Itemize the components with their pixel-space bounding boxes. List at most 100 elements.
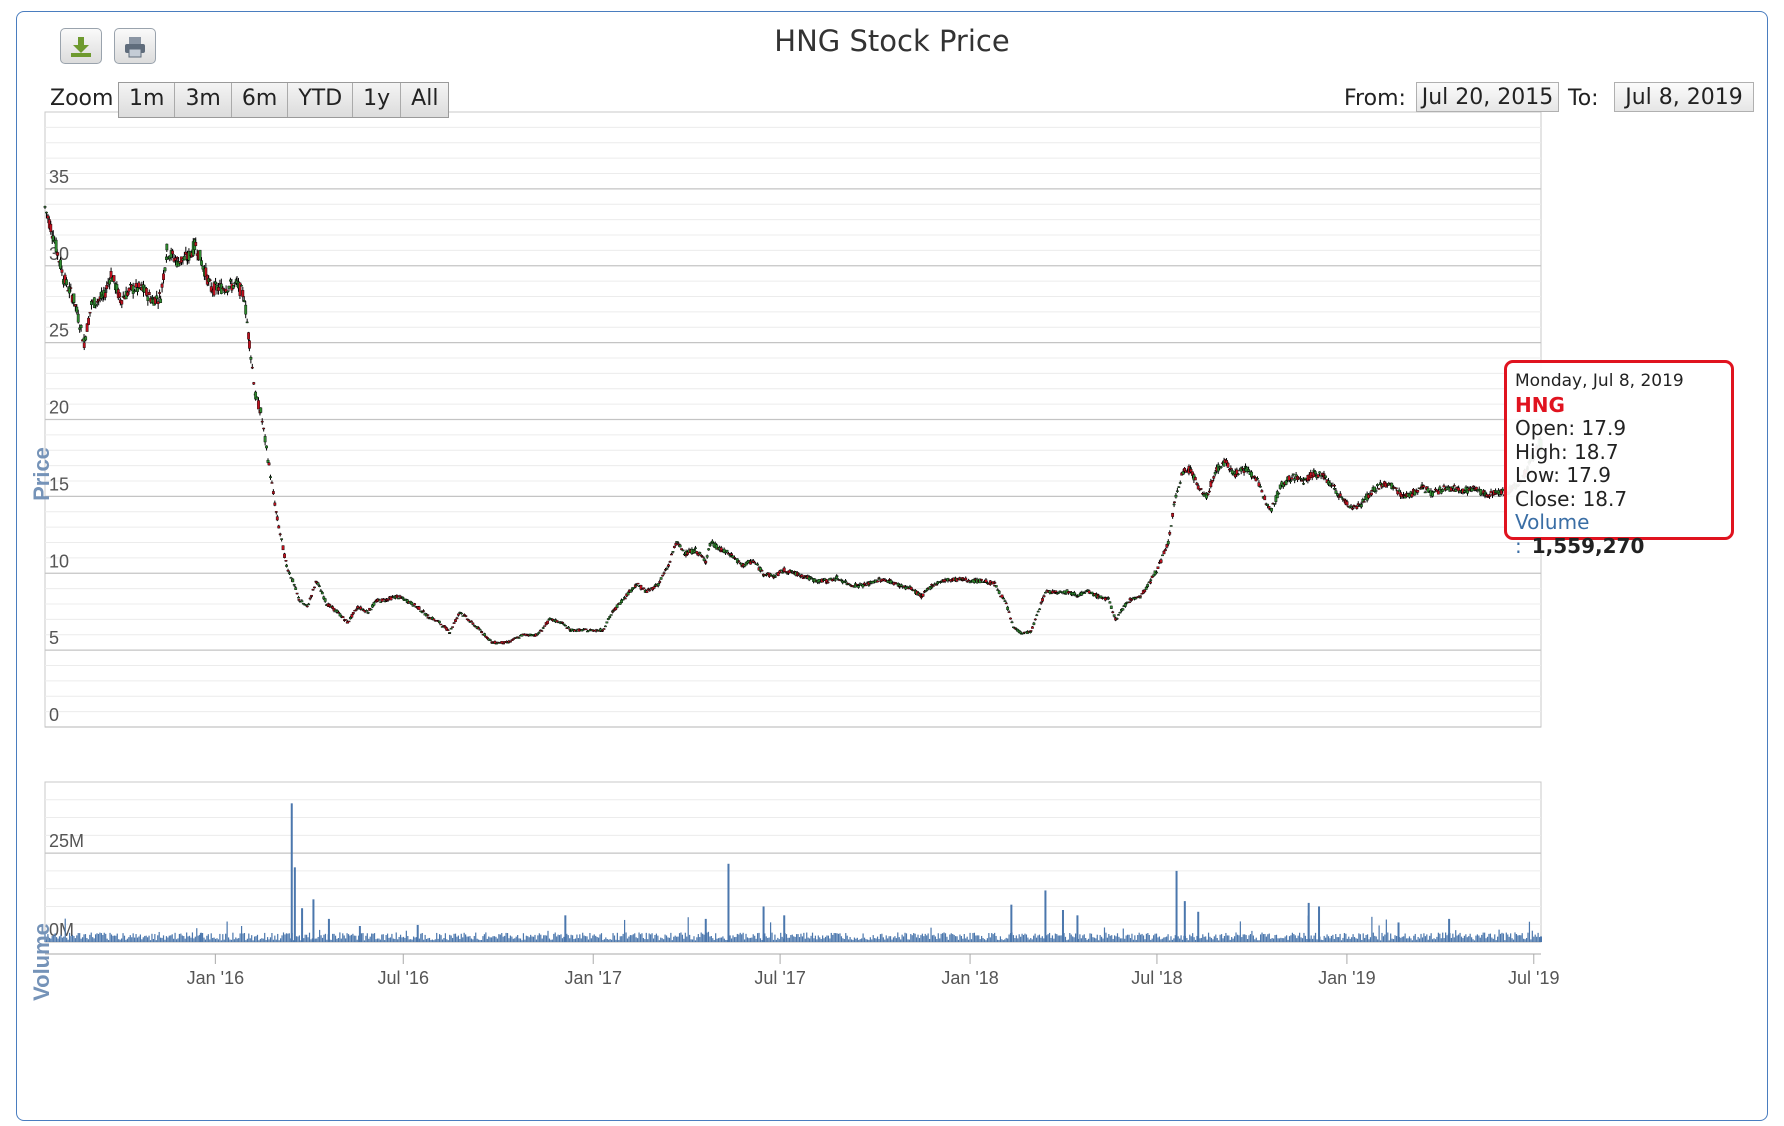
volume-bar — [1246, 938, 1249, 942]
volume-bar — [1527, 932, 1529, 942]
candle — [165, 254, 168, 263]
volume-bar — [752, 934, 754, 942]
volume-bar — [1294, 935, 1296, 942]
volume-bar — [421, 932, 423, 942]
volume-bar — [362, 933, 364, 942]
volume-bar — [525, 935, 527, 942]
volume-bar — [654, 934, 656, 942]
volume-bar — [707, 931, 710, 942]
volume-bar — [219, 933, 221, 942]
to-date-input[interactable]: Jul 8, 2019 — [1614, 82, 1754, 112]
volume-bar — [739, 932, 741, 942]
volume-bar — [1210, 937, 1213, 942]
candle — [531, 633, 535, 636]
volume-bar — [1423, 933, 1425, 942]
volume-bar — [600, 933, 603, 942]
volume-bar — [476, 938, 478, 942]
volume-bar — [576, 934, 578, 942]
volume-bar — [865, 939, 867, 942]
volume-bar — [1512, 939, 1515, 942]
volume-bar — [1255, 937, 1257, 942]
volume-bar — [402, 936, 405, 942]
volume-bar — [1364, 937, 1366, 942]
zoom-1y-button[interactable]: 1y — [353, 83, 402, 117]
volume-bar — [794, 936, 796, 942]
volume-bar — [206, 935, 208, 942]
volume-bar — [1095, 938, 1097, 942]
volume-bar — [872, 935, 874, 942]
volume-bar — [1050, 937, 1052, 942]
volume-bar — [800, 933, 802, 942]
volume-bar — [933, 934, 935, 942]
candle — [294, 586, 298, 590]
volume-bar — [1079, 934, 1081, 942]
volume-bar — [736, 933, 738, 942]
volume-bar — [416, 924, 419, 942]
zoom-ytd-button[interactable]: YTD — [288, 83, 354, 117]
zoom-all-button[interactable]: All — [401, 83, 449, 117]
volume-bar — [1378, 925, 1380, 942]
volume-bar — [1325, 937, 1327, 942]
candle — [1010, 620, 1014, 624]
volume-bar — [443, 938, 445, 942]
volume-bar — [1297, 935, 1299, 942]
volume-bar — [944, 933, 947, 942]
volume-bar — [155, 940, 157, 942]
volume-bar — [423, 939, 425, 942]
volume-bar — [492, 936, 494, 942]
volume-bar — [1102, 938, 1104, 942]
zoom-6m-button[interactable]: 6m — [231, 83, 289, 117]
zoom-3m-button[interactable]: 3m — [175, 83, 232, 117]
volume-bar — [1005, 937, 1007, 942]
volume-bar — [125, 939, 127, 942]
volume-bar — [772, 939, 775, 942]
zoom-button-group: 1m 3m 6m YTD 1y All — [118, 82, 450, 118]
volume-bar — [173, 938, 175, 942]
volume-bar — [1352, 934, 1354, 942]
volume-bar — [1020, 936, 1022, 942]
volume-bar — [1312, 938, 1314, 942]
volume-bar — [1348, 936, 1350, 942]
candle — [668, 560, 672, 563]
candle — [1165, 543, 1169, 549]
volume-bar — [437, 938, 439, 942]
candle — [964, 576, 968, 581]
volume-bar — [693, 936, 695, 942]
volume-bar — [55, 937, 58, 942]
volume-bar — [261, 938, 263, 942]
volume-bar — [162, 935, 165, 942]
volume-bar — [1418, 938, 1421, 942]
volume-bar — [454, 933, 457, 942]
tooltip-open: Open: 17.9 — [1515, 416, 1627, 440]
volume-bar — [1124, 938, 1126, 942]
volume-bar — [824, 936, 827, 942]
volume-bar — [118, 939, 120, 942]
volume-bar — [67, 939, 69, 942]
volume-bar — [243, 932, 246, 942]
candle — [667, 563, 670, 568]
candle — [1139, 595, 1142, 597]
volume-bar — [1306, 938, 1308, 942]
volume-bar — [347, 934, 350, 942]
volume-bar — [1031, 939, 1033, 942]
volume-bar — [226, 921, 228, 942]
from-date-input[interactable]: Jul 20, 2015 — [1416, 82, 1559, 112]
volume-bar — [667, 937, 669, 942]
volume-bar — [1215, 934, 1217, 942]
volume-bar — [543, 935, 545, 942]
volume-bar — [1082, 935, 1084, 942]
zoom-1m-button[interactable]: 1m — [119, 83, 176, 117]
volume-bar — [1385, 919, 1387, 942]
volume-bar — [716, 938, 718, 942]
volume-bar — [321, 937, 324, 942]
volume-bar — [571, 935, 574, 942]
volume-bar — [927, 933, 929, 942]
volume-bar — [1173, 938, 1175, 942]
volume-bar — [842, 938, 844, 942]
volume-bar — [433, 940, 435, 942]
volume-bar — [777, 937, 779, 942]
volume-bar — [807, 937, 809, 942]
volume-bar — [1134, 935, 1136, 942]
volume-bar — [1086, 939, 1088, 942]
volume-bar — [1056, 934, 1058, 942]
